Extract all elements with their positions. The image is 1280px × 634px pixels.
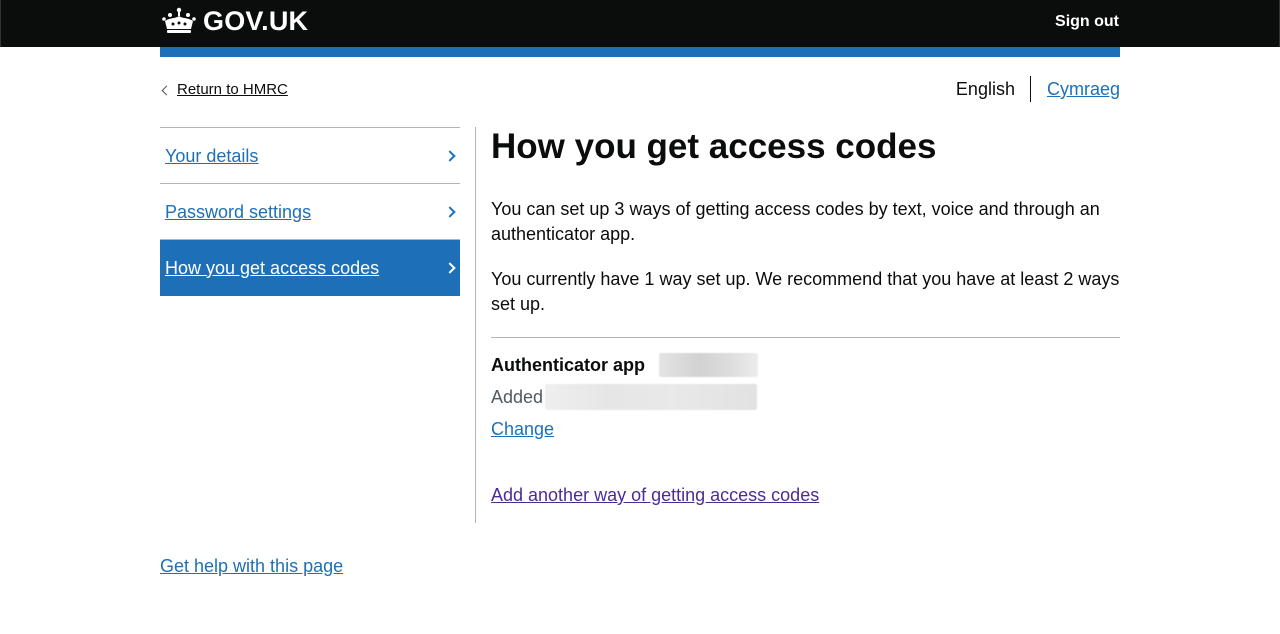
intro-text: You can set up 3 ways of getting access …: [491, 199, 1100, 244]
return-to-hmrc-link[interactable]: Return to HMRC: [160, 81, 288, 99]
govuk-logo-link[interactable]: GOV.UK: [161, 7, 308, 35]
subnav-item-access-codes[interactable]: How you get access codes: [160, 240, 460, 296]
crown-icon: [162, 7, 196, 33]
chevron-right-icon: [444, 205, 456, 218]
get-help-link[interactable]: Get help with this page: [160, 553, 343, 579]
chevron-right-icon: [444, 149, 456, 162]
subnav-link-your-details[interactable]: Your details: [165, 144, 258, 168]
redacted-added-date: [545, 384, 758, 410]
header-blue-bar: [160, 47, 1120, 57]
logo-text: GOV.UK: [203, 6, 309, 36]
subnav-item-password-settings[interactable]: Password settings: [160, 184, 460, 240]
page-title: How you get access codes: [491, 127, 937, 166]
change-method-link[interactable]: Change: [491, 416, 554, 442]
site-header: GOV.UK Sign out: [0, 0, 1280, 47]
language-cymraeg-link[interactable]: Cymraeg: [1031, 76, 1120, 102]
subnav-link-password-settings[interactable]: Password settings: [165, 200, 311, 224]
added-label: Added: [491, 387, 544, 407]
add-another-method-link[interactable]: Add another way of getting access codes: [491, 482, 819, 508]
subnav-item-your-details[interactable]: Your details: [160, 128, 460, 184]
authenticator-method: Authenticator app Added Change: [491, 352, 1120, 442]
sign-out-link[interactable]: Sign out: [1055, 12, 1119, 32]
language-current: English: [955, 79, 1015, 99]
language-toggle: English Cymraeg: [956, 76, 1120, 102]
status-text: You currently have 1 way set up. We reco…: [491, 269, 1120, 314]
method-title: Authenticator app: [491, 355, 646, 375]
subnav-link-access-codes[interactable]: How you get access codes: [165, 256, 379, 280]
back-link-label: Return to HMRC: [177, 81, 288, 98]
account-sub-navigation: Your details Password settings How you g…: [160, 127, 460, 296]
chevron-right-icon: [444, 261, 456, 274]
main-content: How you get access codes You can set up …: [491, 127, 1120, 508]
chevron-left-icon: [161, 85, 172, 95]
content-divider-vertical: [475, 127, 476, 523]
section-divider: [491, 337, 1120, 338]
redacted-app-name: [659, 353, 759, 377]
